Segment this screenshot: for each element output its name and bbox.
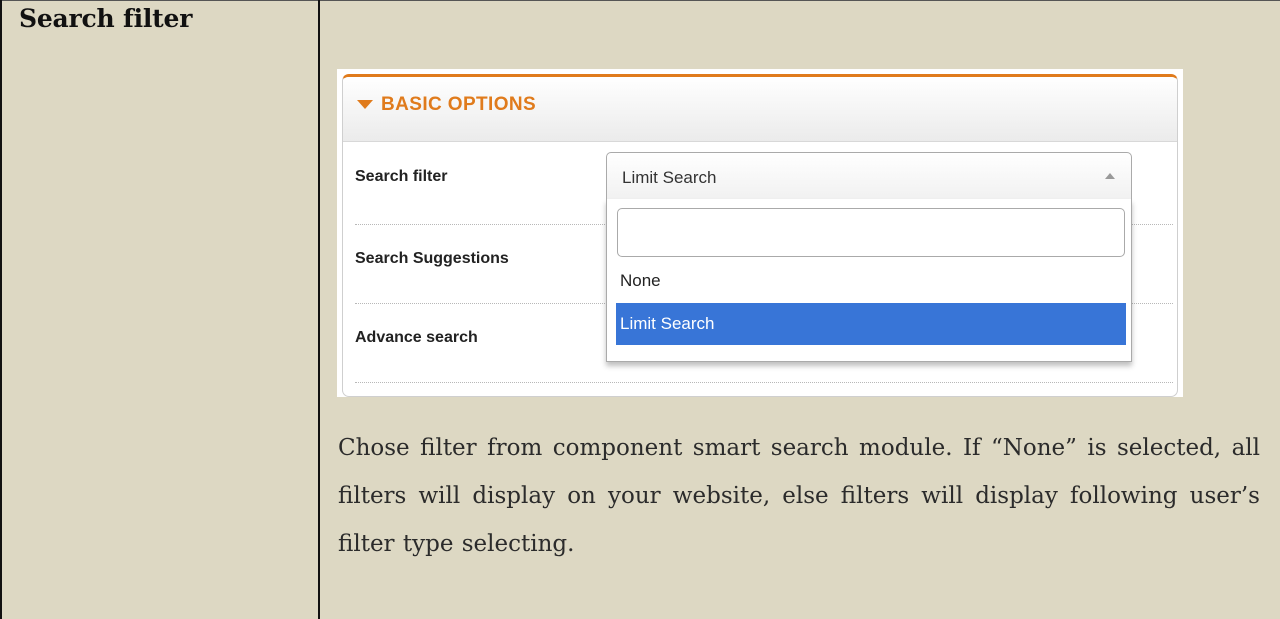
table-left-border [0,0,2,619]
search-filter-dropdown: None Limit Search [606,199,1132,362]
field-label-advance-search: Advance search [355,329,478,346]
panel-title[interactable]: BASIC OPTIONS [381,94,536,116]
document-table: Search filter BASIC OPTIONS Search filte… [0,0,1280,619]
description-text: Chose filter from component smart search… [338,435,1260,557]
field-label-search-suggestions: Search Suggestions [355,250,509,267]
dropdown-option-limit-search[interactable]: Limit Search [616,303,1126,345]
row-label: Search filter [19,4,193,33]
field-label-search-filter: Search filter [355,168,448,185]
dropdown-option-none[interactable]: None [616,260,1126,302]
caret-down-icon[interactable] [357,100,373,109]
field-separator [355,382,1173,383]
table-column-divider [318,0,320,619]
table-top-border [0,0,1280,1]
search-filter-select[interactable]: Limit Search [606,152,1132,200]
arrow-up-icon[interactable] [1105,173,1115,179]
dropdown-search-input[interactable] [617,208,1125,257]
basic-options-header[interactable]: BASIC OPTIONS [343,77,1177,142]
select-current-value: Limit Search [622,168,717,187]
